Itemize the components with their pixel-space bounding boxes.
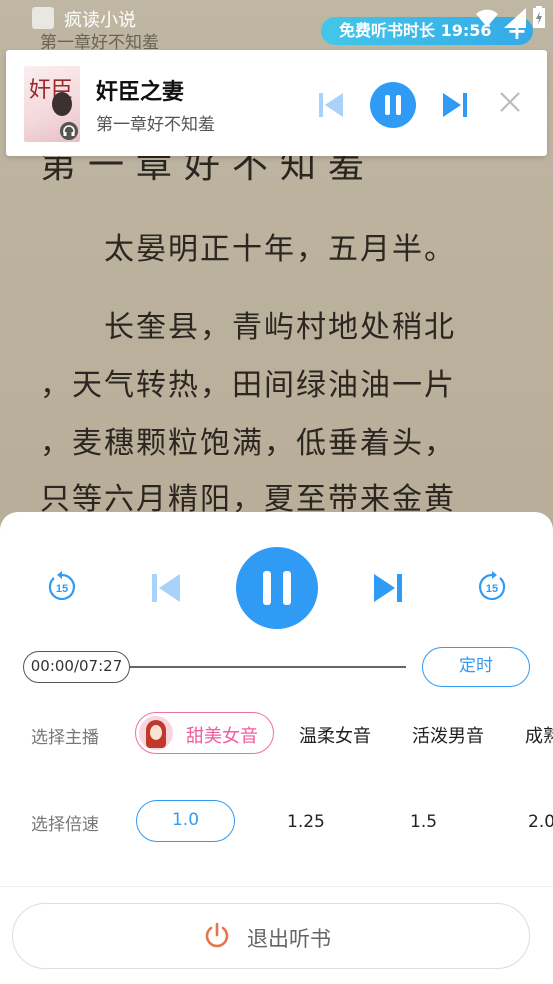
text-line: 长奎县，青屿村地处稍北 [40, 310, 456, 345]
anchor-row-label: 选择主播 [31, 728, 99, 748]
speed-row-label: 选择倍速 [31, 815, 99, 835]
timer-button[interactable]: 定时 [422, 647, 530, 687]
previous-chapter-icon[interactable] [148, 570, 184, 606]
anchor-avatar [139, 716, 173, 750]
cover-figure [52, 92, 72, 116]
anchor-option-selected[interactable]: 甜美女音 [135, 712, 274, 754]
battery-icon [533, 6, 545, 28]
speed-option[interactable]: 1.5 [410, 812, 437, 832]
close-icon[interactable] [498, 90, 522, 114]
text-line: ，天气转热，田间绿油油一片 [40, 368, 456, 403]
free-listen-badge[interactable]: 免费听书时长 19:56 + [321, 17, 533, 45]
app-icon [32, 7, 54, 29]
status-bar: 疯读小说 第一章好不知羞 免费听书时长 19:56 + [0, 0, 553, 53]
chapter-name: 第一章好不知羞 [96, 115, 215, 135]
speed-option[interactable]: 1.25 [287, 812, 325, 832]
book-title: 奸臣之妻 [96, 80, 185, 105]
anchor-option[interactable]: 活泼男音 [412, 722, 484, 748]
progress-slider[interactable] [130, 666, 406, 668]
signal-icon [504, 8, 526, 28]
forward-15-icon[interactable]: 15 [475, 570, 509, 604]
wifi-icon [476, 9, 498, 27]
play-pause-button[interactable] [236, 547, 318, 629]
pause-button[interactable] [370, 82, 416, 128]
free-listen-text: 免费听书时长 19:56 [339, 21, 492, 40]
next-chapter-icon[interactable] [370, 570, 406, 606]
exit-listening-button[interactable]: 退出听书 [12, 903, 530, 969]
speed-option-selected[interactable]: 1.0 [136, 800, 235, 842]
audio-player-sheet: 15 15 00:00/07:27 定时 选择主播 甜美女音 温柔女音 活泼男音… [0, 512, 553, 984]
rewind-seconds: 15 [56, 583, 68, 595]
book-cover[interactable]: 奸臣 [24, 66, 80, 142]
rewind-15-icon[interactable]: 15 [45, 570, 79, 604]
progress-time-thumb[interactable]: 00:00/07:27 [23, 651, 130, 683]
headphones-icon [60, 122, 78, 140]
exit-listening-label: 退出听书 [247, 927, 331, 951]
mini-player[interactable]: 奸臣 奸臣之妻 第一章好不知羞 [6, 50, 547, 156]
divider [0, 886, 553, 887]
next-icon[interactable] [440, 90, 470, 120]
speed-option[interactable]: 2.0 [528, 812, 553, 832]
text-line: ，麦穗颗粒饱满，低垂着头， [40, 426, 456, 461]
previous-icon[interactable] [316, 90, 346, 120]
power-icon [205, 922, 229, 948]
anchor-option[interactable]: 成熟 [525, 722, 553, 748]
text-line: 太晏明正十年，五月半。 [40, 232, 456, 267]
forward-seconds: 15 [486, 583, 498, 595]
anchor-option[interactable]: 温柔女音 [299, 722, 371, 748]
anchor-option-label: 甜美女音 [186, 726, 258, 747]
